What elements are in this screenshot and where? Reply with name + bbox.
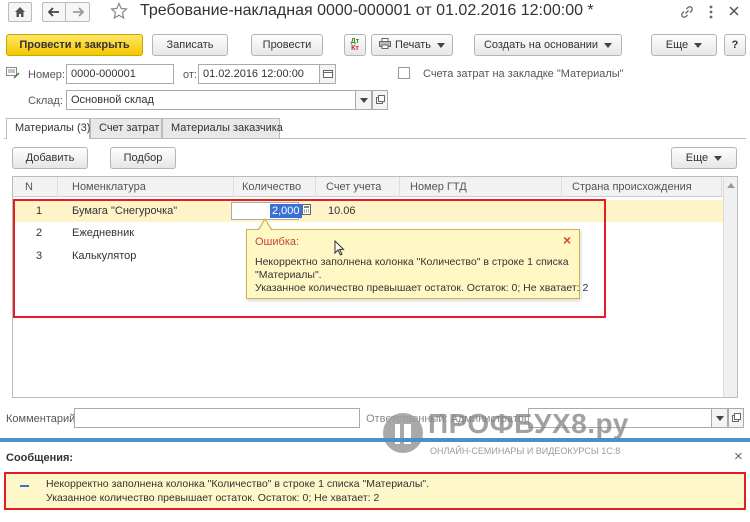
tab-cost-account-label: Счет затрат <box>99 122 160 134</box>
tooltip-line-2: "Материалы". <box>255 269 322 281</box>
help-button[interactable]: ? <box>724 34 746 56</box>
tab-materials-label: Материалы (3) <box>15 122 91 134</box>
warehouse-open-button[interactable] <box>372 90 388 110</box>
watermark-tagline: ОНЛАЙН-СЕМИНАРЫ И ВИДЕОКУРСЫ 1С:8 <box>430 446 621 456</box>
table-scrollbar[interactable] <box>723 178 737 397</box>
link-icon <box>680 5 696 19</box>
tooltip-line-1: Некорректно заполнена колонка "Количеств… <box>255 256 569 268</box>
more-button[interactable]: Еще <box>651 34 717 56</box>
cost-account-label: Счета затрат на закладке "Материалы" <box>423 68 624 80</box>
column-header-nomenclature[interactable]: Номенклатура <box>58 177 234 197</box>
home-button[interactable] <box>8 2 32 22</box>
back-button[interactable] <box>42 2 66 22</box>
tab-cost-account[interactable]: Счет затрат <box>90 118 162 138</box>
post-and-close-label: Провести и закрыть <box>19 39 130 51</box>
open-icon <box>731 412 741 424</box>
post-and-close-button[interactable]: Провести и закрыть <box>6 34 143 56</box>
calendar-icon <box>322 69 333 80</box>
save-label: Записать <box>166 39 214 51</box>
date-field[interactable]: 01.02.2016 12:00:00 <box>198 64 320 84</box>
window-title: Требование-накладная 0000-000001 от 01.0… <box>140 2 594 19</box>
cost-account-checkbox[interactable] <box>398 67 410 79</box>
favorite-button[interactable] <box>110 2 130 22</box>
tooltip-title: Ошибка: <box>255 236 300 248</box>
responsible-dropdown-button[interactable] <box>712 408 728 428</box>
tab-materials[interactable]: Материалы (3) <box>6 118 90 139</box>
window-close-button[interactable] <box>728 5 744 21</box>
dt-kt-icon: Дт Кт <box>350 38 360 52</box>
calendar-button[interactable] <box>320 64 336 84</box>
message-item[interactable]: Некорректно заполнена колонка "Количеств… <box>4 472 746 510</box>
add-label: Добавить <box>25 152 75 164</box>
message-dash-icon <box>20 485 29 487</box>
error-tooltip: Ошибка: × Некорректно заполнена колонка … <box>246 229 588 299</box>
responsible-open-button[interactable] <box>728 408 744 428</box>
table-more-label: Еще <box>685 152 709 164</box>
warehouse-dropdown-button[interactable] <box>356 90 372 110</box>
comment-field[interactable] <box>74 408 360 428</box>
tooltip-pointer-fill <box>259 220 271 230</box>
chevron-down-icon <box>714 155 723 161</box>
chevron-down-icon <box>437 42 446 48</box>
arrow-left-icon <box>48 7 60 17</box>
messages-separator <box>0 438 750 442</box>
tab-customer-materials[interactable]: Материалы заказчика <box>162 118 283 138</box>
tab-customer-materials-label: Материалы заказчика <box>171 122 283 134</box>
tooltip-close-button[interactable]: × <box>563 232 571 248</box>
create-based-on-button[interactable]: Создать на основании <box>474 34 622 56</box>
link-button[interactable] <box>680 5 696 21</box>
print-label: Печать <box>394 39 432 51</box>
post-label: Провести <box>262 39 312 51</box>
column-header-gtd[interactable]: Номер ГТД <box>400 177 562 197</box>
tabs-baseline <box>4 138 746 139</box>
messages-close-button[interactable]: × <box>734 448 743 465</box>
warehouse-label: Склад: <box>28 95 63 107</box>
post-button[interactable]: Провести <box>251 34 323 56</box>
warehouse-field[interactable]: Основной склад <box>66 90 356 110</box>
forward-button[interactable] <box>66 2 90 22</box>
home-icon <box>14 6 26 18</box>
more-actions-button[interactable] <box>708 4 722 22</box>
table-more-button[interactable]: Еще <box>671 147 737 169</box>
add-row-button[interactable]: Добавить <box>12 147 88 169</box>
chevron-down-icon <box>715 415 724 421</box>
close-icon <box>728 5 744 17</box>
chevron-down-icon <box>604 42 613 48</box>
column-header-n[interactable]: N <box>13 177 58 197</box>
help-label: ? <box>731 39 739 51</box>
column-header-account[interactable]: Счет учета <box>316 177 400 197</box>
printer-icon <box>378 38 391 52</box>
column-header-quantity[interactable]: Количество <box>234 177 316 197</box>
messages-title: Сообщения: <box>6 452 74 464</box>
arrow-right-icon <box>72 7 84 17</box>
comment-label: Комментарий: <box>6 413 79 425</box>
scroll-up-arrow[interactable] <box>727 183 735 188</box>
watermark: ПРОФБУХ8.ру ОНЛАЙН-СЕМИНАРЫ И ВИДЕОКУРСЫ… <box>380 406 700 462</box>
watermark-logo-icon <box>382 412 424 457</box>
mouse-cursor-icon <box>334 239 345 259</box>
document-icon <box>6 67 20 82</box>
vertical-dots-icon <box>708 4 722 20</box>
print-button[interactable]: Печать <box>371 34 453 56</box>
chevron-down-icon <box>694 42 703 48</box>
star-icon <box>110 2 130 20</box>
more-label: Еще <box>665 39 689 51</box>
message-line-1: Некорректно заполнена колонка "Количеств… <box>46 478 430 490</box>
open-icon <box>375 94 385 106</box>
tooltip-line-3: Указанное количество превышает остаток. … <box>255 282 589 294</box>
number-field[interactable]: 0000-000001 <box>66 64 174 84</box>
pick-button[interactable]: Подбор <box>110 147 176 169</box>
date-label: от: <box>183 69 197 81</box>
watermark-brand: ПРОФБУХ8.ру <box>428 408 629 439</box>
save-button[interactable]: Записать <box>152 34 228 56</box>
chevron-down-icon <box>359 97 368 103</box>
pick-label: Подбор <box>123 152 163 164</box>
number-label: Номер: <box>28 69 65 81</box>
message-line-2: Указанное количество превышает остаток. … <box>46 492 380 504</box>
create-based-on-label: Создать на основании <box>483 39 599 51</box>
dt-kt-button[interactable]: Дт Кт <box>344 34 366 56</box>
column-header-country[interactable]: Страна происхождения <box>562 177 722 197</box>
